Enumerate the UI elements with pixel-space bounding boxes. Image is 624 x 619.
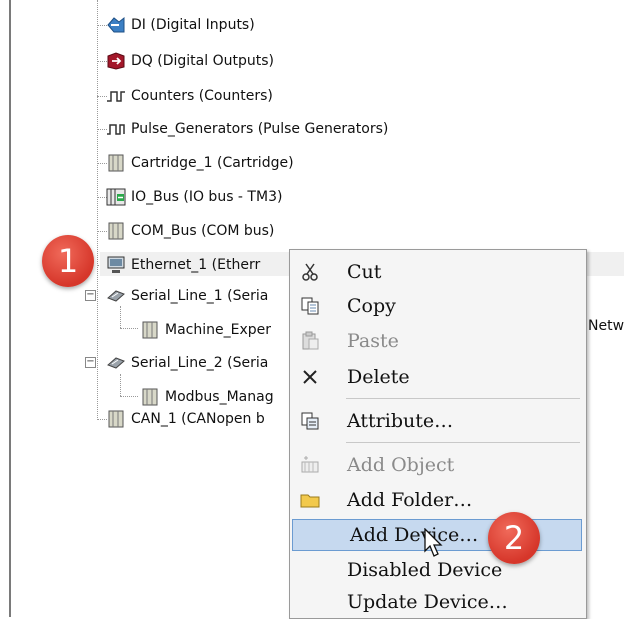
copy-icon [298,294,322,318]
delete-x-icon [298,365,322,389]
module-icon [140,320,160,340]
tree-connector [120,374,121,396]
menu-item-label: Cut [347,261,382,283]
menu-item-copy[interactable]: Copy [290,292,584,320]
context-menu: Cut Copy Paste Delete Attribute… Add Obj… [289,249,587,619]
tree-item-label: DI (Digital Inputs) [131,17,255,33]
menu-item-add-folder[interactable]: Add Folder… [290,486,584,514]
menu-item-label: Update Device… [347,591,508,613]
tree-item-label: DQ (Digital Outputs) [131,53,274,69]
ethernet-icon [106,255,126,275]
scissors-icon [298,260,322,284]
step-badge-1: 1 [42,235,94,287]
menu-item-label: Add Object [347,454,455,476]
step-badge-2: 2 [488,512,540,564]
tree-item-label: IO_Bus (IO bus - TM3) [131,189,283,205]
panel-left-border [9,0,11,617]
tree-item-counters[interactable]: Counters (Counters) [106,84,273,108]
tree-connector [120,306,121,328]
attribute-icon [298,409,322,433]
tree-connector [120,396,138,397]
digital-outputs-icon [106,51,126,71]
tree-item-machine-expert[interactable]: Machine_Exper [140,318,271,342]
menu-item-cut[interactable]: Cut [290,258,584,286]
tree-item-can[interactable]: CAN_1 (CANopen b [106,407,265,431]
tree-connector [120,328,138,329]
menu-separator [346,398,580,399]
collapse-toggle[interactable]: − [85,290,96,301]
tree-item-label: Machine_Exper [165,322,271,338]
column-fragment: Netw [588,318,624,334]
tree-item-label: Modbus_Manag [165,389,274,405]
mouse-cursor-icon [424,527,446,562]
module-icon [140,387,160,407]
tree-item-modbus-manager[interactable]: Modbus_Manag [140,385,274,409]
module-icon [106,221,126,241]
tree-item-di[interactable]: DI (Digital Inputs) [106,13,255,37]
module-icon [106,409,126,429]
tree-item-label: COM_Bus (COM bus) [131,223,275,239]
digital-inputs-icon [106,15,126,35]
io-bus-icon [106,187,126,207]
menu-item-label: Attribute… [347,410,454,432]
tree-item-label: Serial_Line_1 (Seria [131,288,269,304]
paste-icon [298,329,322,353]
tree-connector [97,0,98,420]
tree-item-label: Cartridge_1 (Cartridge) [131,155,294,171]
tree-item-com-bus[interactable]: COM_Bus (COM bus) [106,219,274,243]
tree-item-serial-line-1[interactable]: Serial_Line_1 (Seria [106,284,268,308]
serial-line-icon [106,286,126,306]
tree-item-label: Counters (Counters) [131,88,273,104]
folder-icon [298,488,322,512]
tree-item-label: Serial_Line_2 (Seria [131,355,269,371]
collapse-toggle[interactable]: − [85,357,96,368]
add-object-icon [298,453,322,477]
menu-item-paste[interactable]: Paste [290,327,584,355]
menu-item-add-object[interactable]: Add Object [290,451,584,479]
menu-item-label: Delete [347,366,410,388]
menu-item-label: Disabled Device [347,559,503,581]
menu-item-update-device[interactable]: Update Device… [290,588,584,616]
menu-item-label: Add Folder… [347,489,473,511]
menu-item-attribute[interactable]: Attribute… [290,407,584,435]
tree-item-io-bus[interactable]: IO_Bus (IO bus - TM3) [106,185,282,209]
serial-line-icon [106,353,126,373]
pulse-generator-icon [106,119,126,139]
counter-pulse-icon [106,86,126,106]
tree-item-pulse-generators[interactable]: Pulse_Generators (Pulse Generators) [106,117,388,141]
menu-item-label: Paste [347,330,399,352]
tree-item-label: CAN_1 (CANopen b [131,411,265,427]
tree-item-dq[interactable]: DQ (Digital Outputs) [106,49,274,73]
tree-item-cartridge[interactable]: Cartridge_1 (Cartridge) [106,151,294,175]
tree-item-label: Ethernet_1 (Etherr [131,257,261,273]
tree-item-label: Pulse_Generators (Pulse Generators) [131,121,389,137]
menu-item-label: Add Device… [350,524,479,546]
tree-item-serial-line-2[interactable]: Serial_Line_2 (Seria [106,351,268,375]
menu-item-label: Copy [347,295,396,317]
module-icon [106,153,126,173]
menu-item-delete[interactable]: Delete [290,363,584,391]
menu-separator [346,442,580,443]
tree-item-ethernet[interactable]: Ethernet_1 (Etherr [106,253,260,277]
